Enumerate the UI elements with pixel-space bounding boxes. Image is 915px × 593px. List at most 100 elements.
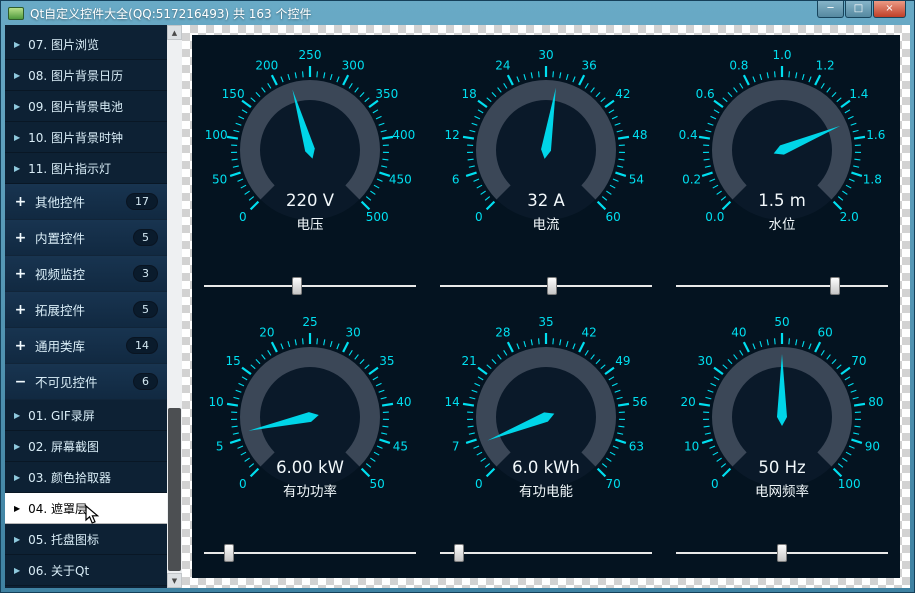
svg-text:42: 42 xyxy=(615,87,630,101)
sidebar-group-5[interactable]: +其他控件17 xyxy=(5,184,167,220)
gauge-slider-3[interactable] xyxy=(192,544,428,562)
svg-text:36: 36 xyxy=(581,58,596,72)
scrollbar-thumb[interactable] xyxy=(168,408,181,571)
gauge-5: 010203040506070809010050 Hz电网频率 xyxy=(664,315,900,523)
count-badge: 5 xyxy=(133,301,158,318)
sidebar-item-0[interactable]: ▶07. 图片浏览 xyxy=(5,29,167,60)
svg-text:电网频率: 电网频率 xyxy=(755,483,809,500)
tree-arrow-icon: ▶ xyxy=(14,442,20,451)
mask-layer-demo-area: 050100150200250300350400450500220 V电压061… xyxy=(182,25,910,588)
sidebar-scrollbar[interactable]: ▲ ▼ xyxy=(167,25,182,588)
count-badge: 3 xyxy=(133,265,158,282)
svg-text:10: 10 xyxy=(209,395,224,409)
count-badge: 6 xyxy=(133,373,158,390)
gauge-0: 050100150200250300350400450500220 V电压 xyxy=(192,48,428,256)
svg-text:42: 42 xyxy=(581,326,596,340)
svg-text:1.8: 1.8 xyxy=(863,172,882,186)
svg-text:1.2: 1.2 xyxy=(816,58,835,72)
sidebar-item-16[interactable]: ▶06. 关于Qt xyxy=(5,555,167,586)
scroll-down-icon[interactable]: ▼ xyxy=(167,573,182,588)
svg-text:15: 15 xyxy=(225,354,240,368)
gauge-slider-1[interactable] xyxy=(428,277,664,295)
sidebar-item-label: 02. 屏幕截图 xyxy=(28,438,158,455)
svg-text:0: 0 xyxy=(475,210,483,224)
svg-text:0.8: 0.8 xyxy=(729,58,748,72)
gauge-4: 071421283542495663706.0 kWh有功电能 xyxy=(428,315,664,523)
svg-text:100: 100 xyxy=(838,477,861,491)
svg-text:水位: 水位 xyxy=(769,217,796,233)
sidebar-item-14[interactable]: ▶04. 遮罩层 xyxy=(5,493,167,524)
sidebar-group-10[interactable]: −不可见控件6 xyxy=(5,364,167,400)
sidebar-item-2[interactable]: ▶09. 图片背景电池 xyxy=(5,91,167,122)
slider-track[interactable] xyxy=(440,552,652,554)
svg-text:20: 20 xyxy=(259,326,274,340)
close-button[interactable]: × xyxy=(873,1,906,18)
svg-text:49: 49 xyxy=(615,354,630,368)
minimize-button[interactable]: ─ xyxy=(817,1,844,18)
svg-text:30: 30 xyxy=(697,354,712,368)
sidebar-item-1[interactable]: ▶ 08. 图片背景日历 xyxy=(5,60,167,91)
svg-text:50: 50 xyxy=(370,477,385,491)
sidebar-item-13[interactable]: ▶03. 颜色拾取器 xyxy=(5,462,167,493)
svg-text:1.0: 1.0 xyxy=(772,48,791,62)
svg-text:28: 28 xyxy=(495,326,510,340)
count-badge: 17 xyxy=(126,193,158,210)
tree-arrow-icon: ▶ xyxy=(14,473,20,482)
svg-text:54: 54 xyxy=(629,172,644,186)
svg-text:40: 40 xyxy=(396,395,411,409)
scroll-up-icon[interactable]: ▲ xyxy=(167,25,182,40)
count-badge: 5 xyxy=(133,229,158,246)
slider-handle[interactable] xyxy=(292,277,302,295)
svg-text:300: 300 xyxy=(342,58,365,72)
slider-handle[interactable] xyxy=(547,277,557,295)
svg-text:250: 250 xyxy=(299,48,322,62)
gauge-slider-5[interactable] xyxy=(664,544,900,562)
sidebar-item-label: 拓展控件 xyxy=(35,300,125,319)
tree-arrow-icon: ▶ xyxy=(14,71,20,80)
sidebar-group-7[interactable]: +视频监控3 xyxy=(5,256,167,292)
gauge-2: 0.00.20.40.60.81.01.21.41.61.82.01.5 m水位 xyxy=(664,48,900,256)
gauge-1: 0612182430364248546032 A电流 xyxy=(428,48,664,256)
sidebar-item-label: 08. 图片背景日历 xyxy=(28,67,158,84)
slider-track[interactable] xyxy=(440,285,652,287)
sidebar-item-12[interactable]: ▶ 02. 屏幕截图 xyxy=(5,431,167,462)
svg-text:有功电能: 有功电能 xyxy=(519,484,573,500)
svg-text:25: 25 xyxy=(302,315,317,329)
svg-text:0: 0 xyxy=(239,477,247,491)
slider-handle[interactable] xyxy=(454,544,464,562)
sidebar-item-4[interactable]: ▶11. 图片指示灯 xyxy=(5,153,167,184)
sidebar-item-3[interactable]: ▶10. 图片背景时钟 xyxy=(5,122,167,153)
sidebar-group-8[interactable]: +拓展控件5 xyxy=(5,292,167,328)
sidebar-item-label: 通用类库 xyxy=(35,336,118,355)
svg-text:500: 500 xyxy=(366,210,389,224)
tree-arrow-icon: ▶ xyxy=(14,40,20,49)
sidebar-item-label: 06. 关于Qt xyxy=(28,562,158,579)
maximize-button[interactable]: □ xyxy=(845,1,872,18)
slider-handle[interactable] xyxy=(224,544,234,562)
svg-text:60: 60 xyxy=(606,210,621,224)
slider-track[interactable] xyxy=(204,285,416,287)
svg-text:220 V: 220 V xyxy=(286,191,335,210)
sidebar-group-6[interactable]: +内置控件5 xyxy=(5,220,167,256)
sidebar-group-9[interactable]: +通用类库14 xyxy=(5,328,167,364)
svg-text:450: 450 xyxy=(389,172,412,186)
svg-text:50 Hz: 50 Hz xyxy=(758,458,805,477)
svg-text:有功功率: 有功功率 xyxy=(283,483,337,500)
svg-text:30: 30 xyxy=(538,48,553,62)
gauge-slider-4[interactable] xyxy=(428,544,664,562)
slider-track[interactable] xyxy=(676,285,888,287)
sidebar-item-label: 内置控件 xyxy=(35,228,125,247)
sidebar-item-11[interactable]: ▶01. GIF录屏 xyxy=(5,400,167,431)
slider-handle[interactable] xyxy=(777,544,787,562)
titlebar[interactable]: Qt自定义控件大全(QQ:517216493) 共 163 个控件 xyxy=(5,1,910,25)
svg-text:0.4: 0.4 xyxy=(679,128,698,142)
gauge-slider-0[interactable] xyxy=(192,277,428,295)
sidebar-item-15[interactable]: ▶05. 托盘图标 xyxy=(5,524,167,555)
svg-text:0: 0 xyxy=(711,477,719,491)
svg-text:0: 0 xyxy=(475,477,483,491)
slider-track[interactable] xyxy=(204,552,416,554)
gauge-slider-2[interactable] xyxy=(664,277,900,295)
svg-text:1.6: 1.6 xyxy=(866,128,885,142)
sidebar-item-label: 视频监控 xyxy=(35,264,125,283)
slider-handle[interactable] xyxy=(830,277,840,295)
